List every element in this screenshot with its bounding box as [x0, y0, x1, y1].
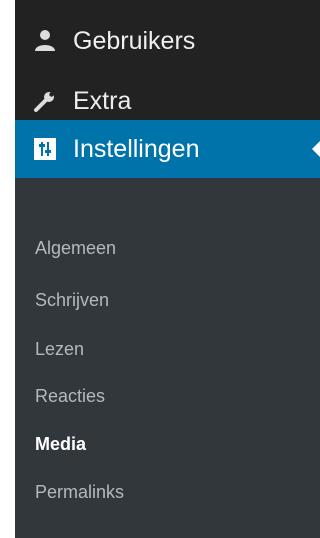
submenu-item-media[interactable]: Media	[35, 432, 86, 456]
menu-item-label: Gebruikers	[73, 26, 196, 55]
submenu-item-permalinks[interactable]: Permalinks	[35, 480, 124, 504]
submenu-item-algemeen[interactable]: Algemeen	[35, 236, 116, 260]
settings-sliders-icon	[33, 137, 57, 161]
submenu-item-lezen[interactable]: Lezen	[35, 337, 84, 361]
menu-item-gebruikers[interactable]: Gebruikers	[15, 12, 320, 70]
wrench-icon	[33, 89, 57, 113]
menu-item-instellingen[interactable]: Instellingen	[15, 120, 320, 178]
menu-item-label: Instellingen	[73, 134, 200, 163]
admin-sidebar: Gebruikers Extra Instellingen Algemeen S…	[0, 0, 320, 538]
current-indicator-arrow	[312, 140, 320, 158]
submenu-item-reacties[interactable]: Reacties	[35, 384, 105, 408]
users-icon	[33, 29, 57, 53]
menu-item-label: Extra	[73, 86, 132, 115]
submenu-item-schrijven[interactable]: Schrijven	[35, 288, 109, 312]
settings-submenu: Algemeen Schrijven Lezen Reacties Media …	[15, 178, 320, 538]
top-level-menu: Gebruikers Extra Instellingen	[15, 0, 320, 178]
